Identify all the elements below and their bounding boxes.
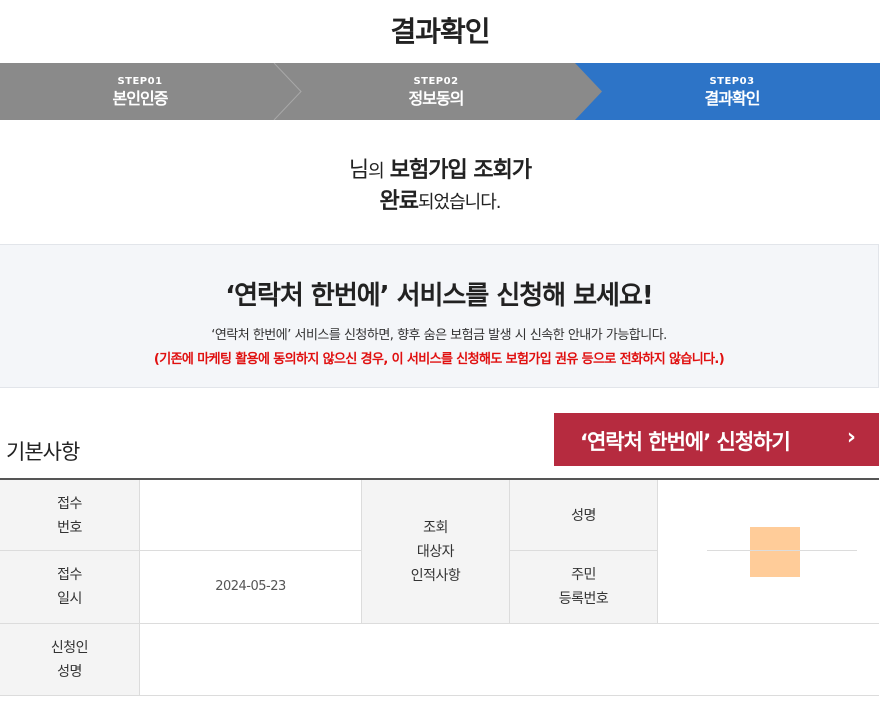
receipt-date-label-text: 접수 일시 bbox=[57, 567, 82, 607]
result-complete-text: 완료 bbox=[379, 189, 418, 214]
row-divider bbox=[707, 550, 857, 551]
step-2-number: STEP02 bbox=[413, 75, 459, 87]
step-3-name: 결과확인 bbox=[704, 88, 761, 108]
resident-no-label: 주민 등록번호 bbox=[510, 551, 657, 623]
target-info-label: 조회 대상자 인적사항 bbox=[362, 480, 509, 623]
column-divider bbox=[509, 480, 510, 623]
row-divider bbox=[140, 550, 361, 551]
step-2: STEP02 정보동의 bbox=[296, 63, 576, 120]
target-name-label: 성명 bbox=[510, 480, 657, 551]
applicant-name-value bbox=[140, 624, 879, 695]
applicant-name-label: 신청인 성명 bbox=[0, 624, 139, 695]
step-progress: STEP01 본인인증 STEP02 정보동의 STEP03 결과확인 bbox=[0, 63, 880, 120]
receipt-no-label-text: 접수 번호 bbox=[57, 495, 82, 536]
contact-service-promo: ‘연락처 한번에’ 서비스를 신청해 보세요! ‘연락처 한번에’ 서비스를 신… bbox=[0, 244, 879, 388]
receipt-date-value: 2024-05-23 bbox=[215, 579, 286, 594]
result-inquiry-text: 보험가입 조회가 bbox=[389, 158, 532, 183]
result-done-text: 되었습니다. bbox=[417, 192, 502, 213]
step-3: STEP03 결과확인 bbox=[592, 63, 872, 120]
column-divider bbox=[139, 480, 140, 695]
chevron-right-icon: › bbox=[846, 425, 856, 450]
resident-no-label-text: 주민 등록번호 bbox=[558, 567, 609, 607]
promo-title: ‘연락처 한번에’ 서비스를 신청해 보세요! bbox=[225, 281, 654, 311]
result-message-line-2: 완료되었습니다. bbox=[0, 187, 880, 218]
step-1: STEP01 본인인증 bbox=[0, 63, 280, 120]
masked-personal-info bbox=[750, 527, 800, 577]
section-title-basic-info: 기본사항 bbox=[6, 440, 80, 464]
apply-button-label: ‘연락처 한번에’ 신청하기 bbox=[580, 430, 791, 454]
basic-info-table: 접수 번호 접수 일시 2024-05-23 조회 대상자 인적사항 성명 주민… bbox=[0, 478, 879, 696]
row-divider bbox=[0, 550, 139, 551]
apply-contact-service-button[interactable]: ‘연락처 한번에’ 신청하기 › bbox=[554, 413, 879, 466]
result-name-suffix: 님 bbox=[348, 158, 369, 183]
step-2-name: 정보동의 bbox=[408, 88, 465, 108]
applicant-name-label-text: 신청인 성명 bbox=[50, 639, 89, 680]
row-divider bbox=[510, 550, 657, 551]
receipt-date-label: 접수 일시 bbox=[0, 551, 139, 623]
column-divider bbox=[361, 480, 362, 623]
target-name-label-text: 성명 bbox=[571, 507, 596, 524]
result-particle: 의 bbox=[368, 161, 385, 182]
column-divider bbox=[657, 480, 658, 623]
table-bottom-border bbox=[0, 695, 879, 696]
step-3-number: STEP03 bbox=[709, 75, 755, 87]
page-title: 결과확인 bbox=[390, 15, 490, 48]
promo-description: ‘연락처 한번에’ 서비스를 신청하면, 향후 숨은 보험금 발생 시 신속한 … bbox=[211, 328, 667, 343]
target-info-label-text: 조회 대상자 인적사항 bbox=[410, 519, 461, 584]
step-1-number: STEP01 bbox=[117, 75, 163, 87]
step-1-name: 본인인증 bbox=[112, 88, 169, 108]
result-message: 님의 보험가입 조회가 완료되었습니다. bbox=[0, 156, 880, 218]
receipt-no-label: 접수 번호 bbox=[0, 480, 139, 551]
result-message-line-1: 님의 보험가입 조회가 bbox=[0, 156, 880, 187]
promo-warning: (기존에 마케팅 활용에 동의하지 않으신 경우, 이 서비스를 신청해도 보험… bbox=[153, 352, 725, 367]
receipt-no-value bbox=[140, 480, 361, 551]
row-divider bbox=[0, 623, 879, 624]
